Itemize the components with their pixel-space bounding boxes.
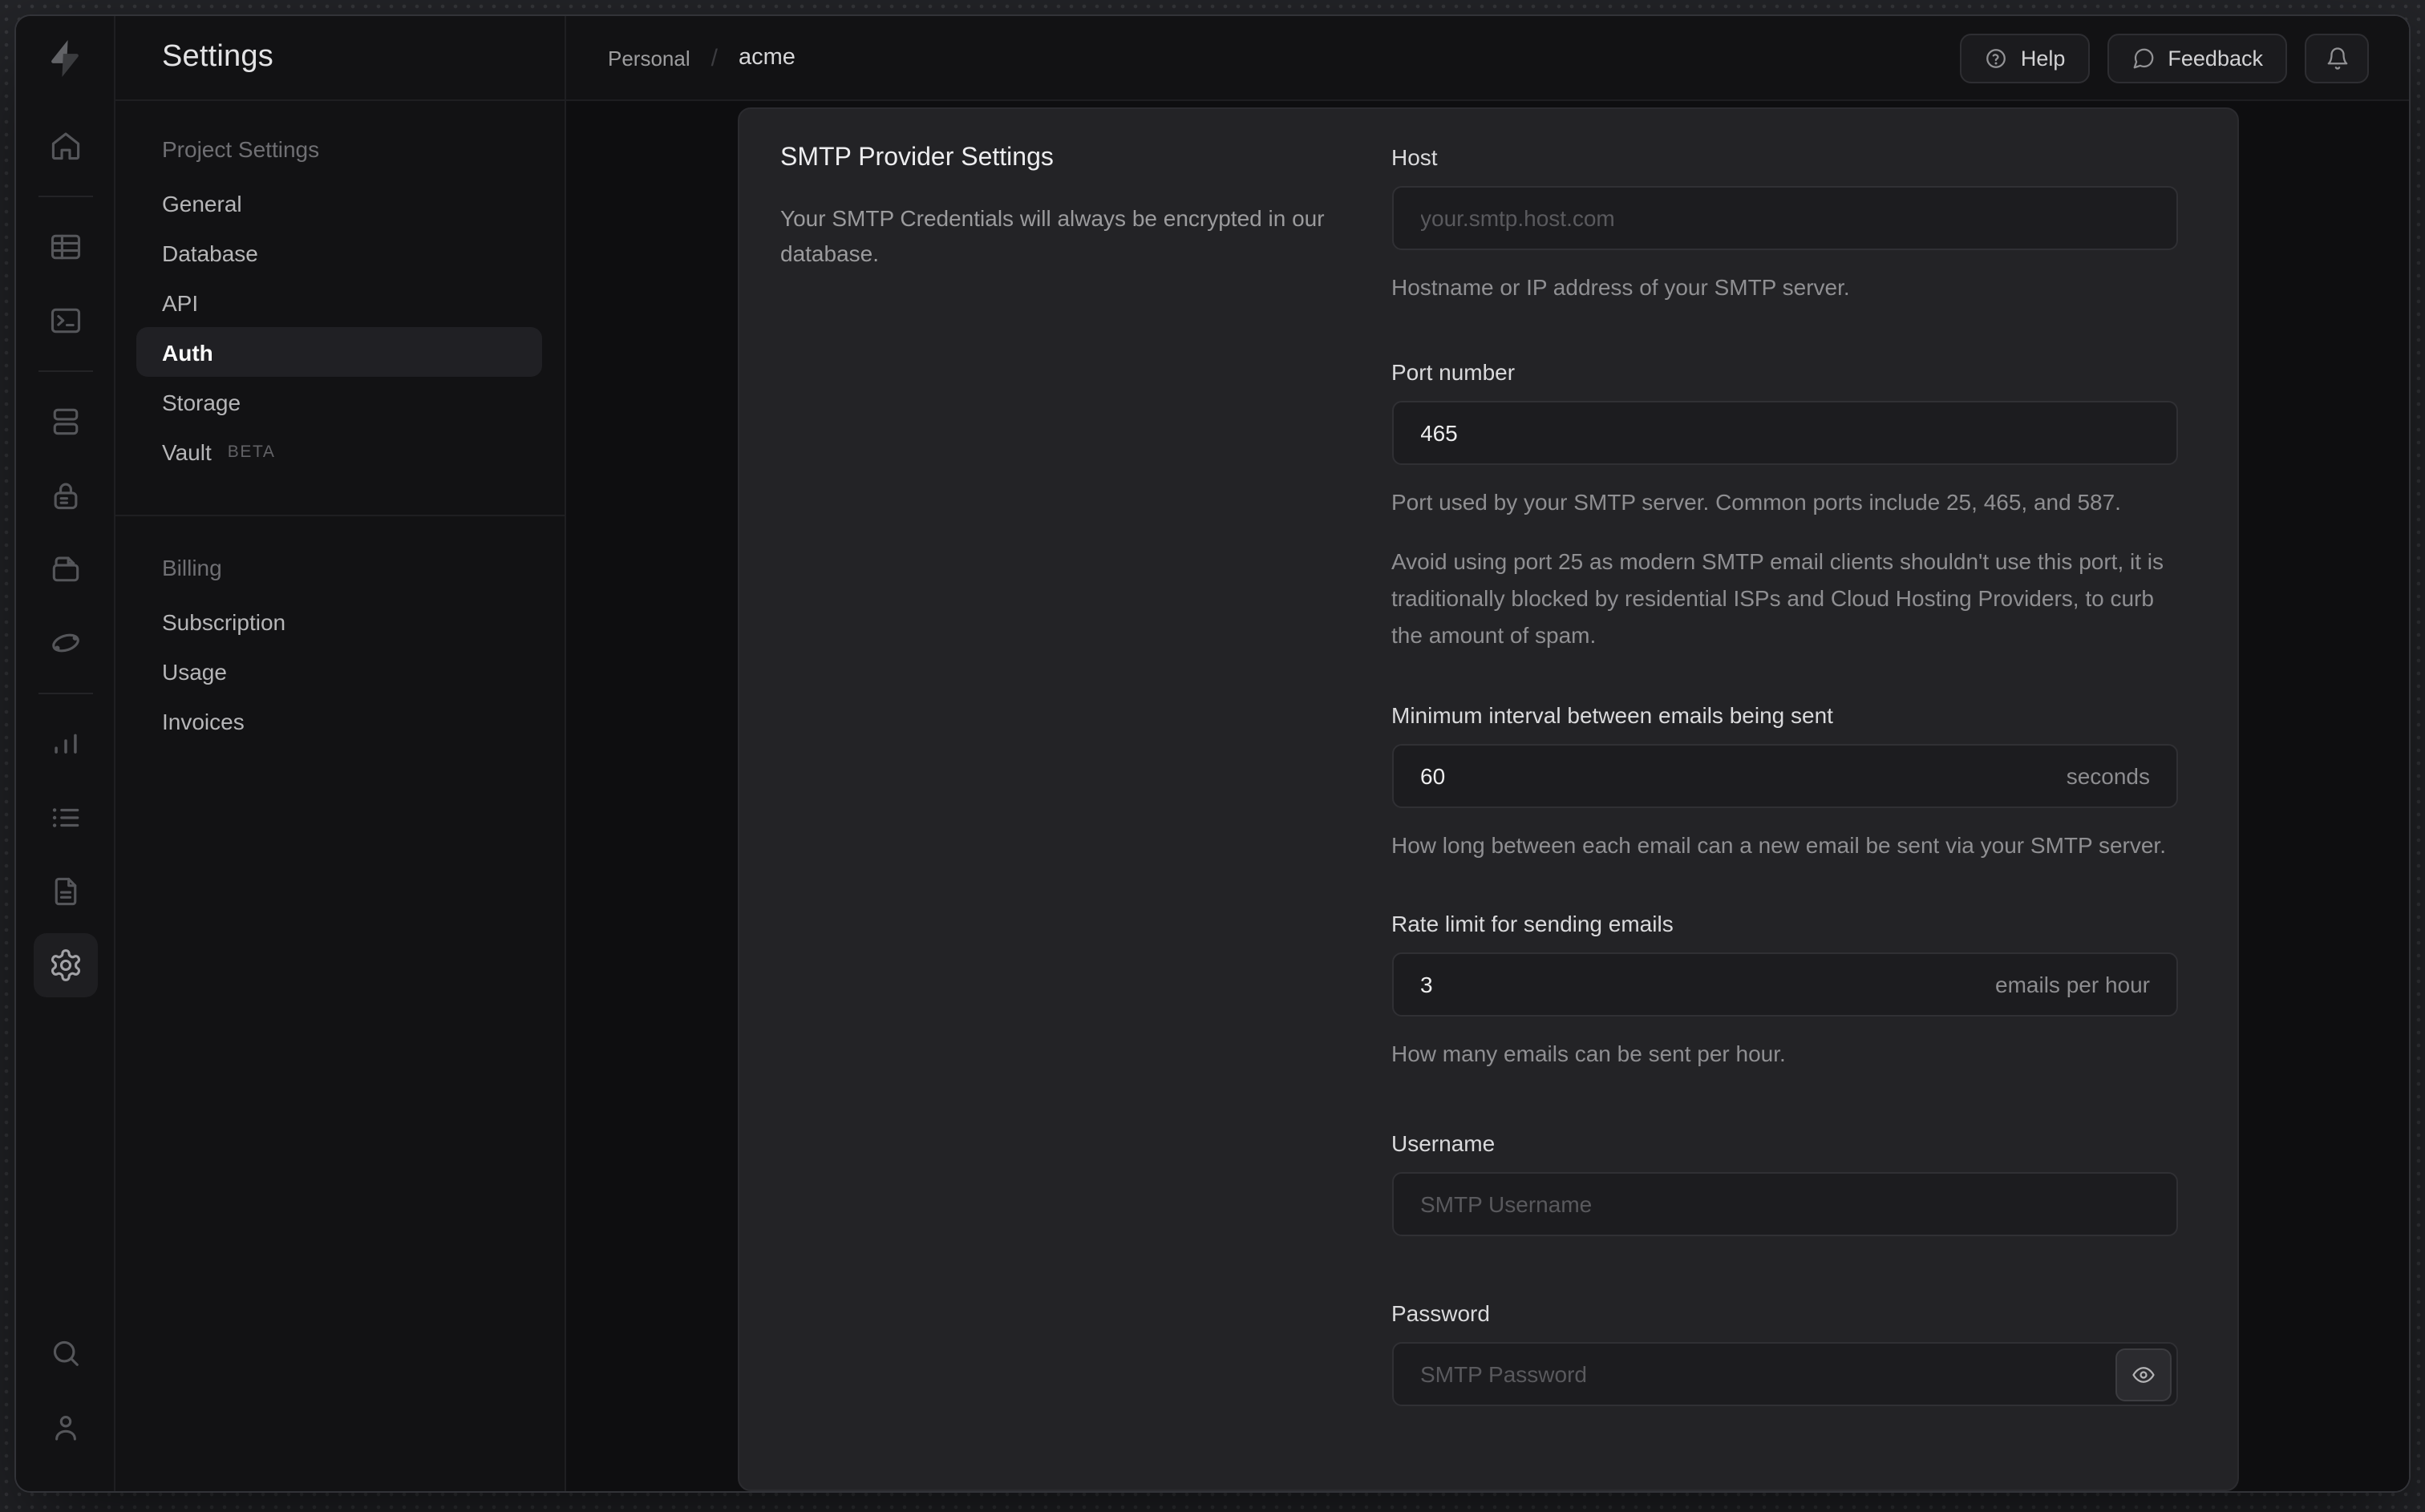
interval-input[interactable] <box>1391 744 2177 808</box>
section-header-billing: Billing <box>162 555 222 580</box>
database-icon[interactable] <box>33 390 97 454</box>
table-editor-icon[interactable] <box>33 215 97 279</box>
sidebar-item-general[interactable]: General <box>115 178 565 228</box>
host-helper: Hostname or IP address of your SMTP serv… <box>1391 274 1850 300</box>
smtp-section-title: SMTP Provider Settings <box>780 144 1054 172</box>
password-label: Password <box>1391 1300 1490 1326</box>
breadcrumb-project[interactable]: acme <box>739 45 796 71</box>
help-button[interactable]: Help <box>1959 33 2090 83</box>
port-helper: Port used by your SMTP server. Common po… <box>1391 489 2121 515</box>
help-button-label: Help <box>2020 46 2066 70</box>
sidebar-item-auth[interactable]: Auth <box>136 327 542 377</box>
desktop-background: Settings Project Settings General Databa… <box>0 0 2425 1512</box>
host-label: Host <box>1391 144 1438 170</box>
eye-icon <box>2131 1366 2154 1382</box>
sidebar-item-database[interactable]: Database <box>115 228 565 277</box>
breadcrumb-separator: / <box>710 44 718 71</box>
sidebar-item-vault[interactable]: Vault BETA <box>115 427 565 476</box>
host-input[interactable] <box>1391 186 2177 250</box>
sql-editor-icon[interactable] <box>33 289 97 353</box>
topbar-actions: Help Feedback <box>1959 33 2369 83</box>
topbar: Personal / acme Help Feedback <box>566 16 2409 101</box>
docs-icon[interactable] <box>33 859 97 924</box>
interval-helper: How long between each email can a new em… <box>1391 832 2166 858</box>
bell-icon <box>2326 46 2347 69</box>
settings-sidebar: Settings Project Settings General Databa… <box>115 16 566 1491</box>
smtp-card-intro: SMTP Provider Settings Your SMTP Credent… <box>780 144 1326 1490</box>
rail-divider <box>38 370 92 372</box>
host-field-block: Host Hostname or IP address of your SMTP… <box>1391 144 2177 306</box>
feedback-button[interactable]: Feedback <box>2107 33 2287 83</box>
rate-input[interactable] <box>1391 952 2177 1017</box>
port-label: Port number <box>1391 359 1516 385</box>
smtp-username-input[interactable] <box>1391 1172 2177 1236</box>
user-icon[interactable] <box>33 1395 97 1459</box>
breadcrumb: Personal / acme <box>608 44 796 71</box>
rail-divider <box>38 693 92 694</box>
edge-functions-icon[interactable] <box>33 611 97 675</box>
storage-icon[interactable] <box>33 537 97 601</box>
beta-badge: BETA <box>227 442 276 461</box>
toggle-password-visibility-button[interactable] <box>2115 1348 2171 1401</box>
notifications-button[interactable] <box>2305 33 2369 83</box>
auth-lock-icon[interactable] <box>33 463 97 528</box>
settings-sidebar-header: Settings <box>115 16 565 101</box>
sidebar-item-storage[interactable]: Storage <box>115 377 565 427</box>
username-label: Username <box>1391 1130 1496 1156</box>
rail-bottom <box>33 1321 97 1491</box>
help-icon <box>1986 48 2006 67</box>
rail-nav <box>33 114 97 1007</box>
breadcrumb-org[interactable]: Personal <box>608 46 690 70</box>
port-input[interactable] <box>1391 401 2177 465</box>
page-title: Settings <box>162 40 273 74</box>
home-icon[interactable] <box>33 114 97 178</box>
reports-icon[interactable] <box>33 712 97 776</box>
rate-label: Rate limit for sending emails <box>1391 911 1674 936</box>
rail-divider <box>38 196 92 197</box>
interval-field-block: Minimum interval between emails being se… <box>1391 702 2177 864</box>
search-icon[interactable] <box>33 1321 97 1385</box>
app-window: Settings Project Settings General Databa… <box>14 14 2411 1493</box>
supabase-lightning-icon <box>51 40 79 77</box>
settings-gear-icon[interactable] <box>33 933 97 997</box>
smtp-section-description: Your SMTP Credentials will always be enc… <box>780 205 1325 266</box>
logs-icon[interactable] <box>33 786 97 850</box>
icon-rail <box>16 16 115 1491</box>
section-header-project-settings: Project Settings <box>162 136 320 162</box>
rate-field-block: Rate limit for sending emails emails per… <box>1391 911 2177 1073</box>
username-field-block: Username <box>1391 1130 2177 1236</box>
feedback-icon <box>2133 47 2153 68</box>
password-field-block: Password <box>1391 1300 2177 1406</box>
sidebar-divider <box>115 515 565 516</box>
sidebar-item-label: Vault <box>162 439 212 464</box>
port-field-block: Port number Port used by your SMTP serve… <box>1391 359 2177 654</box>
smtp-settings-card: SMTP Provider Settings Your SMTP Credent… <box>737 107 2238 1491</box>
smtp-form: Host Hostname or IP address of your SMTP… <box>1391 144 2177 1490</box>
port-note: Avoid using port 25 as modern SMTP email… <box>1391 548 2164 648</box>
sidebar-item-subscription[interactable]: Subscription <box>115 596 565 646</box>
sidebar-item-api[interactable]: API <box>115 277 565 327</box>
main-column: Personal / acme Help Feedback SMTP Provi… <box>566 16 2409 1491</box>
feedback-button-label: Feedback <box>2168 46 2263 70</box>
sidebar-item-invoices[interactable]: Invoices <box>115 696 565 746</box>
rate-helper: How many emails can be sent per hour. <box>1391 1041 1786 1066</box>
interval-label: Minimum interval between emails being se… <box>1391 702 1833 728</box>
content-area: SMTP Provider Settings Your SMTP Credent… <box>566 101 2409 1491</box>
sidebar-item-usage[interactable]: Usage <box>115 646 565 696</box>
settings-sidebar-body: Project Settings General Database API Au… <box>115 101 565 746</box>
smtp-password-input[interactable] <box>1391 1342 2177 1406</box>
